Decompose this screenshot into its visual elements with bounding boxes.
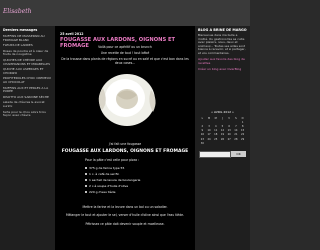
calendar-day — [233, 141, 240, 145]
step-2: Mélanger le tout et ajouter le sel, vers… — [65, 213, 185, 217]
calendar-day — [212, 141, 219, 145]
intro-line-2: Une recette de tout ! tout bébé — [100, 51, 150, 55]
step-1: Mettre la farine et la levure dans un bo… — [82, 205, 168, 209]
ingredient-text: 220 g d'eau tiède — [89, 190, 116, 194]
bullet-icon — [85, 173, 87, 175]
intro-line-3: De la trousse dans plants de régions en … — [61, 57, 189, 65]
search-input[interactable] — [199, 151, 231, 158]
ingredient-text: 1 c. à café de sel fin — [89, 172, 120, 176]
pour-line: Pour la pâte c'est celle pour pizza : — [85, 158, 140, 162]
recent-posts-list: MUFFINS DE MASSEPAIN AU FROMAGE BLANC FLE… — [0, 34, 55, 119]
ingredient-item: 1 sachet de levure de boulangerie — [85, 178, 140, 182]
ingredient-text: 1 sachet de levure de boulangerie — [89, 178, 141, 182]
ingredient-text: 375 g de farine type 55 — [89, 166, 125, 170]
post-date: 25 avril 2012 — [60, 32, 84, 36]
blog-intro: Bienvenue dans ma bulle a moitié. Ou gas… — [198, 33, 246, 55]
calendar-day — [219, 141, 226, 145]
search-button[interactable]: OK — [231, 151, 246, 157]
intro-line-1: Voilà pour ce apéritif ou un brunch — [98, 45, 152, 49]
ingredient-item: 1 c. à café de sel fin — [85, 172, 119, 176]
sidebar-post-link[interactable]: MUFFINS DE MASSEPAIN AU FROMAGE BLANC — [0, 34, 55, 43]
sidebar-post-link[interactable]: tarte pour le chou alors trois façon ave… — [0, 110, 55, 119]
sidebar-title: Derniers messages — [3, 28, 38, 32]
sidebar-post-link[interactable]: QUICHES DE CHÈVRE AUX CHAMPIGNONS ET MIR… — [0, 58, 55, 67]
favorite-link[interactable]: Ajouter aux favoris des blog de recettes — [195, 56, 250, 66]
sidebar-post-link[interactable]: QUICHE AUX ASPERGES ET CHORIZO — [0, 67, 55, 76]
calendar-table: L M M J V S D 1 2 3 4 5 6 7 8 9 10 11 12 13 14 15 16 17 18 19 20 21… — [199, 116, 246, 145]
create-blog-link[interactable]: Créer un blog avec OverBlog — [195, 66, 250, 72]
ingredient-item: 220 g d'eau tiède — [85, 190, 115, 194]
sidebar-post-link[interactable]: Roses de poudre et à cœur de fruits de n… — [0, 49, 55, 58]
ingredient-item: 2 c.à soupe d'huile d'olive — [85, 184, 128, 188]
site-header: Elisabeth — [0, 0, 250, 26]
right-sidebar: BLOG A BRINE DE MARGO Bienvenue dans ma … — [195, 26, 250, 250]
bullet-icon — [85, 185, 87, 187]
ingredient-item: 375 g de farine type 55 — [85, 166, 124, 170]
rose-photo — [57, 68, 195, 129]
calendar-day — [206, 141, 213, 145]
site-logo[interactable]: Elisabeth — [3, 8, 32, 15]
sidebar-post-link[interactable]: MUFFINS AUX ET PERLES A LA PURÉE — [0, 86, 55, 95]
step-3: Pétrissez ce pâte doit devenir souple et… — [85, 222, 165, 226]
bullet-icon — [85, 167, 87, 169]
calendar-day — [239, 141, 246, 145]
bullet-icon — [85, 179, 87, 181]
main-content: 25 avril 2012 FOUGASSE AUX LARDONS, OIGN… — [55, 26, 195, 250]
bullet-icon — [85, 191, 87, 193]
calendar-day — [226, 141, 233, 145]
fan-line: J'ai fait une fougasse — [108, 142, 142, 146]
sidebar-post-link[interactable]: salade de chèvres & avocat surimi — [0, 100, 55, 109]
calendar: « AVRIL 2012 » L M M J V S D 1 2 3 4 5 6 7 8 9 10 11 12 13 1… — [199, 110, 246, 145]
calendar-day[interactable]: 30 — [199, 141, 206, 145]
ingredient-text: 2 c.à soupe d'huile d'olive — [89, 184, 129, 188]
recipe-title: FOUGASSE AUX LARDONS, OIGNONS ET FROMAGE — [61, 149, 189, 154]
sidebar-post-link[interactable]: PROFITEROLES CHOC CREMEUX AU CHOCOLAT — [0, 76, 55, 85]
left-sidebar: Derniers messages MUFFINS DE MASSEPAIN A… — [0, 26, 55, 250]
